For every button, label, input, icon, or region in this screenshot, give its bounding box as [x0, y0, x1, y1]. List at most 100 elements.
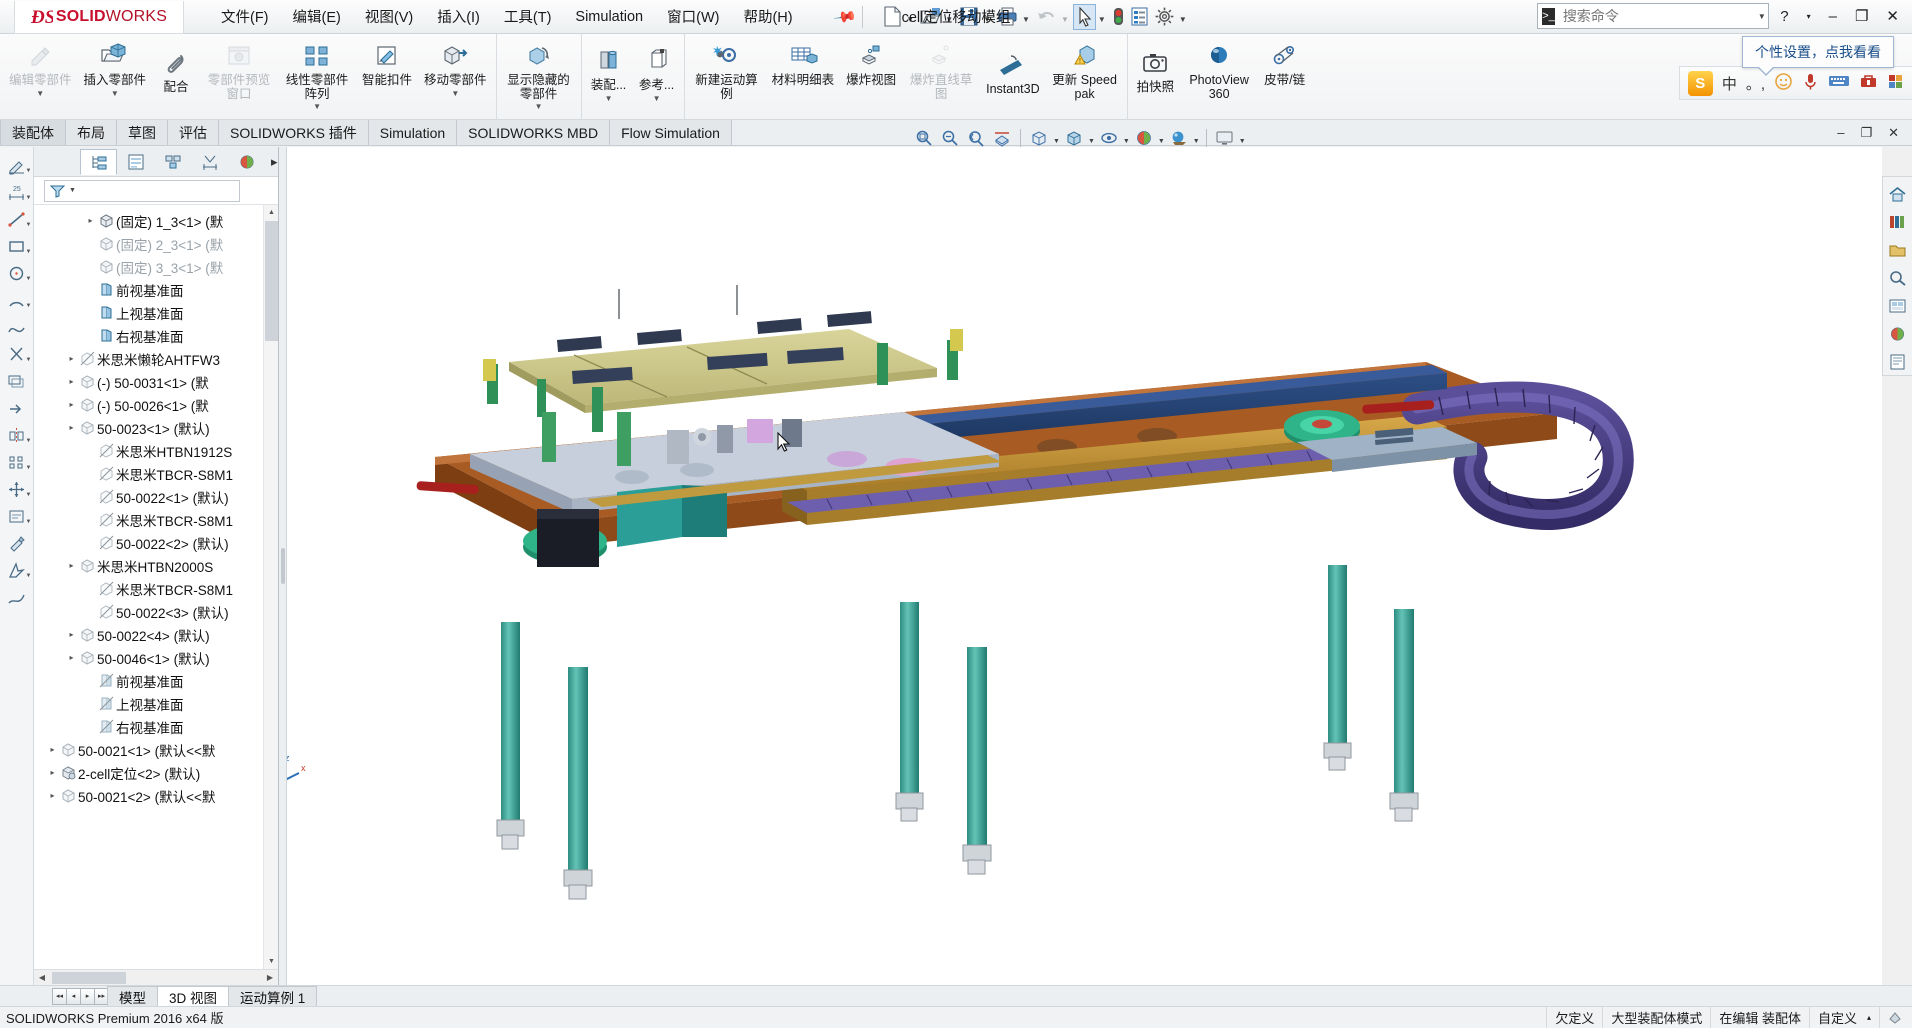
tab-solidworks-addins[interactable]: SOLIDWORKS 插件: [219, 120, 369, 145]
tab-layout[interactable]: 布局: [66, 120, 117, 145]
repair-sketch-icon-button[interactable]: [2, 531, 32, 555]
edit-appearance-caret[interactable]: ▼: [1158, 138, 1165, 145]
tab-nav-first[interactable]: ◂◂: [52, 987, 67, 1005]
move-component-button[interactable]: 移动零部件 ▼: [418, 37, 493, 98]
new-document-button[interactable]: [881, 4, 904, 30]
tree-filter-box[interactable]: ▼: [44, 179, 240, 202]
view-orientation-button[interactable]: [1027, 126, 1051, 150]
instant3d-button[interactable]: Instant3D: [980, 37, 1046, 97]
tree-node-expander[interactable]: ▸: [65, 400, 78, 409]
tree-node[interactable]: ▸ 50-0022<4> (默认): [34, 623, 278, 646]
smart-dimension-icon-button[interactable]: 25 ▼: [2, 180, 32, 204]
tree-node[interactable]: ▸ (-) 50-0026<1> (默: [34, 393, 278, 416]
tab-sketch[interactable]: 草图: [117, 120, 168, 145]
search-library-button[interactable]: [1885, 265, 1911, 290]
linear-pattern-caret[interactable]: ▼: [313, 102, 321, 111]
zoom-to-fit-button[interactable]: [912, 126, 936, 150]
line-tool-icon-button[interactable]: ▼: [2, 207, 32, 231]
tree-node[interactable]: 前视基准面: [34, 669, 278, 692]
move-component-caret[interactable]: ▼: [451, 89, 459, 98]
ime-emoji-icon[interactable]: [1774, 72, 1793, 95]
tree-node[interactable]: 米思米HTBN1912S: [34, 439, 278, 462]
sketch-tool-caret[interactable]: ▼: [26, 168, 32, 174]
tree-node[interactable]: 上视基准面: [34, 692, 278, 715]
menu-item-window[interactable]: 窗口(W): [666, 4, 720, 29]
rapid-sketch-icon-button[interactable]: [2, 585, 32, 609]
tree-node[interactable]: 50-0022<3> (默认): [34, 600, 278, 623]
tab-nav-next[interactable]: ▸: [80, 987, 95, 1005]
menu-item-simulation[interactable]: Simulation: [574, 7, 644, 27]
tree-node[interactable]: ▸ 米思米HTBN2000S: [34, 554, 278, 577]
arc-tool-icon-button[interactable]: ▼: [2, 288, 32, 312]
move-entities-caret[interactable]: ▼: [26, 492, 32, 498]
home-button[interactable]: [1885, 181, 1911, 206]
search-caret[interactable]: ▼: [1758, 12, 1766, 21]
new-document-caret[interactable]: ▼: [906, 15, 914, 24]
bottom-tab-motion-study[interactable]: 运动算例 1: [228, 986, 318, 1006]
mirror-entities-icon-button[interactable]: ▼: [2, 423, 32, 447]
property-manager-tab[interactable]: [117, 149, 154, 175]
explode-line-sketch-button[interactable]: 爆炸直线草图: [902, 37, 980, 101]
doc-minimize-button[interactable]: –: [1830, 124, 1851, 142]
photoview-360-button[interactable]: PhotoView 360: [1180, 37, 1258, 101]
assembly-features-caret[interactable]: ▼: [605, 94, 613, 103]
tree-node[interactable]: 米思米TBCR-S8M1: [34, 508, 278, 531]
feature-tree[interactable]: ▸ (固定) 1_3<1> (默 (固定) 2_3<1> (默 (固定) 3_3<1>…: [34, 205, 278, 969]
circle-tool-icon-button[interactable]: ▼: [2, 261, 32, 285]
mirror-entities-caret[interactable]: ▼: [26, 438, 32, 444]
minimize-button[interactable]: –: [1822, 6, 1844, 27]
quick-snaps-icon-button[interactable]: ▼: [2, 558, 32, 582]
menu-item-view[interactable]: 视图(V): [364, 4, 414, 29]
menu-item-edit[interactable]: 编辑(E): [292, 4, 342, 29]
search-input[interactable]: [1560, 7, 1746, 25]
doc-close-button[interactable]: ✕: [1881, 124, 1906, 142]
tab-flow-simulation[interactable]: Flow Simulation: [610, 120, 732, 145]
command-search[interactable]: >_ ▼: [1537, 3, 1770, 29]
save-document-button[interactable]: [957, 4, 981, 30]
close-button[interactable]: ✕: [1879, 5, 1906, 27]
configuration-manager-tab[interactable]: [154, 149, 191, 175]
tree-node[interactable]: ▸ 50-0021<1> (默认<<默: [34, 738, 278, 761]
design-library-button[interactable]: [1885, 209, 1911, 234]
edit-appearance-button[interactable]: [1132, 126, 1156, 150]
status-custom-caret[interactable]: ▴: [1867, 1013, 1871, 1022]
new-motion-study-button[interactable]: 新建运动算例: [688, 37, 766, 101]
belt-chain-button[interactable]: 皮带/链: [1258, 37, 1311, 88]
print-document-caret[interactable]: ▼: [1022, 15, 1030, 24]
previous-view-button[interactable]: [964, 126, 988, 150]
tab-evaluate[interactable]: 评估: [168, 120, 219, 145]
open-document-caret[interactable]: ▼: [945, 15, 953, 24]
tree-node[interactable]: ▸ 米思米懒轮AHTFW3: [34, 347, 278, 370]
tree-node[interactable]: ▸ (固定) 1_3<1> (默: [34, 209, 278, 232]
trim-entities-icon-button[interactable]: ▼: [2, 342, 32, 366]
display-delete-relations-icon-button[interactable]: ▼: [2, 504, 32, 528]
tree-node[interactable]: ▸ 50-0046<1> (默认): [34, 646, 278, 669]
feature-manager-tab[interactable]: [80, 148, 117, 175]
reference-geometry-caret[interactable]: ▼: [653, 94, 661, 103]
display-manager-tab[interactable]: [228, 149, 265, 175]
tree-scroll-thumb[interactable]: [265, 221, 278, 341]
bottom-tab-3d-views[interactable]: 3D 视图: [157, 986, 230, 1006]
view-settings-caret[interactable]: ▼: [1239, 138, 1246, 145]
move-entities-icon-button[interactable]: ▼: [2, 477, 32, 501]
convert-entities-icon-button[interactable]: [2, 396, 32, 420]
rebuild-button[interactable]: [1110, 4, 1127, 30]
tree-hscroll-thumb[interactable]: [52, 971, 126, 984]
tree-node[interactable]: (固定) 2_3<1> (默: [34, 232, 278, 255]
tree-node[interactable]: 米思米TBCR-S8M1: [34, 462, 278, 485]
bottom-tab-model[interactable]: 模型: [107, 986, 158, 1006]
save-document-caret[interactable]: ▼: [983, 15, 991, 24]
assembly-features-button[interactable]: 装配... ▼: [585, 37, 633, 103]
tree-node[interactable]: 右视基准面: [34, 715, 278, 738]
tree-node[interactable]: ▸ (-) 50-0031<1> (默: [34, 370, 278, 393]
arc-tool-caret[interactable]: ▼: [26, 303, 32, 309]
options-caret[interactable]: ▼: [1179, 15, 1187, 24]
mate-button[interactable]: 配合: [152, 37, 200, 95]
tree-node[interactable]: 50-0022<2> (默认): [34, 531, 278, 554]
circle-tool-caret[interactable]: ▼: [26, 276, 32, 282]
ime-voice-icon[interactable]: [1802, 72, 1819, 95]
doc-restore-button[interactable]: ❐: [1853, 124, 1879, 142]
select-caret[interactable]: ▼: [1098, 15, 1106, 24]
options-button[interactable]: [1152, 4, 1177, 30]
tree-node[interactable]: 米思米TBCR-S8M1: [34, 577, 278, 600]
